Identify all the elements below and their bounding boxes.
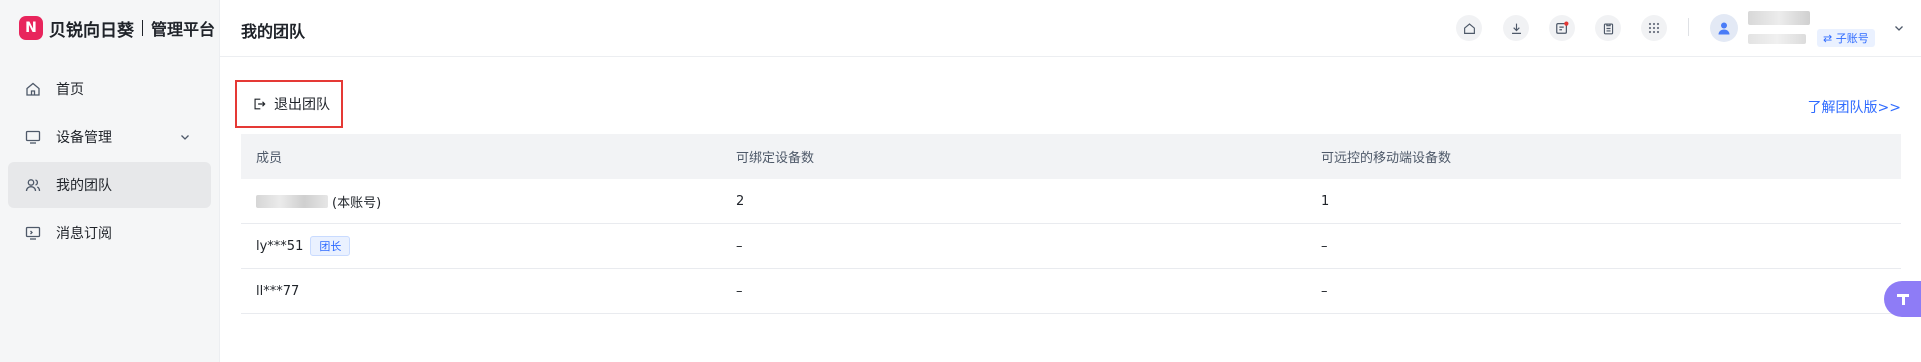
column-header-mobile: 可远控的移动端设备数 [1321, 151, 1452, 166]
sidebar-item-messages[interactable]: 消息订阅 [8, 210, 211, 256]
bindable-count: 2 [736, 193, 745, 209]
sidebar-item-label: 我的团队 [56, 178, 112, 194]
sidebar-item-label: 首页 [56, 82, 84, 98]
apps-grid-icon [1648, 22, 1660, 34]
exit-team-button[interactable]: 退出团队 [235, 80, 343, 128]
brand-name: 贝锐向日葵 [49, 20, 134, 41]
sub-account-button[interactable]: ⇄ 子账号 [1817, 29, 1875, 47]
column-header-member: 成员 [256, 151, 283, 166]
table-row: ly***51 团长 – – [241, 224, 1901, 269]
sidebar-item-label: 设备管理 [56, 130, 112, 146]
page-title: 我的团队 [241, 22, 306, 41]
account-id-redacted [1748, 34, 1806, 44]
user-icon [1718, 22, 1730, 35]
mobile-count: 1 [1321, 193, 1330, 209]
account-name-redacted [1748, 11, 1810, 25]
mobile-count: – [1321, 238, 1328, 254]
download-icon [1511, 23, 1521, 34]
home-button[interactable] [1456, 15, 1482, 41]
member-name-redacted [256, 194, 328, 208]
team-members-table: 成员 可绑定设备数 可远控的移动端设备数 (本账号) 2 1 ly***51 团… [241, 134, 1901, 314]
clipboard-button[interactable] [1595, 15, 1621, 41]
message-icon [25, 225, 41, 241]
member-name: (本账号) [332, 195, 382, 211]
sidebar-item-devices[interactable]: 设备管理 [8, 114, 211, 160]
member-cell: (本账号) [241, 192, 731, 211]
table-row: (本账号) 2 1 [241, 179, 1901, 224]
monitor-icon [25, 129, 41, 145]
sidebar-nav: 首页 设备管理 我的团队 消息订阅 [0, 56, 219, 256]
users-icon [25, 177, 41, 193]
apps-button[interactable] [1641, 15, 1667, 41]
chevron-down-icon[interactable] [179, 131, 191, 143]
sidebar: N 贝锐向日葵 管理平台 首页 设备管理 我的团队 消息订阅 [0, 0, 220, 362]
exit-team-label: 退出团队 [274, 96, 330, 112]
avatar[interactable] [1710, 14, 1738, 42]
home-icon [25, 81, 41, 97]
assistant-float-button[interactable] [1884, 281, 1921, 317]
table-header: 成员 可绑定设备数 可远控的移动端设备数 [241, 134, 1901, 179]
logout-icon [252, 97, 266, 111]
member-name: ll***77 [256, 283, 300, 299]
member-cell: ly***51 团长 [241, 236, 731, 256]
sidebar-item-team[interactable]: 我的团队 [8, 162, 211, 208]
home-icon [1463, 22, 1475, 34]
bindable-count: – [736, 283, 743, 299]
learn-team-link[interactable]: 了解团队版>> [1808, 97, 1901, 117]
leader-badge: 团长 [310, 236, 351, 256]
column-header-bindable: 可绑定设备数 [736, 151, 815, 166]
chevron-down-icon[interactable] [1893, 22, 1905, 34]
logo[interactable]: N 贝锐向日葵 管理平台 [0, 0, 219, 56]
bindable-count: – [736, 238, 743, 254]
brand-subtitle: 管理平台 [151, 20, 216, 39]
header-divider [1688, 18, 1689, 36]
sidebar-item-home[interactable]: 首页 [8, 66, 211, 112]
sidebar-item-label: 消息订阅 [56, 226, 112, 242]
brand-logo-icon: N [19, 16, 43, 40]
member-name: ly***51 [256, 238, 304, 254]
notification-icon [1556, 21, 1569, 34]
notification-button[interactable] [1549, 15, 1575, 41]
download-button[interactable] [1503, 15, 1529, 41]
assistant-icon [1897, 294, 1909, 305]
clipboard-icon [1603, 22, 1613, 34]
top-header: 我的团队 ⇄ 子账号 [220, 0, 1921, 57]
member-cell: ll***77 [241, 284, 731, 299]
mobile-count: – [1321, 283, 1328, 299]
table-row: ll***77 – – [241, 269, 1901, 314]
logo-divider [142, 20, 143, 36]
